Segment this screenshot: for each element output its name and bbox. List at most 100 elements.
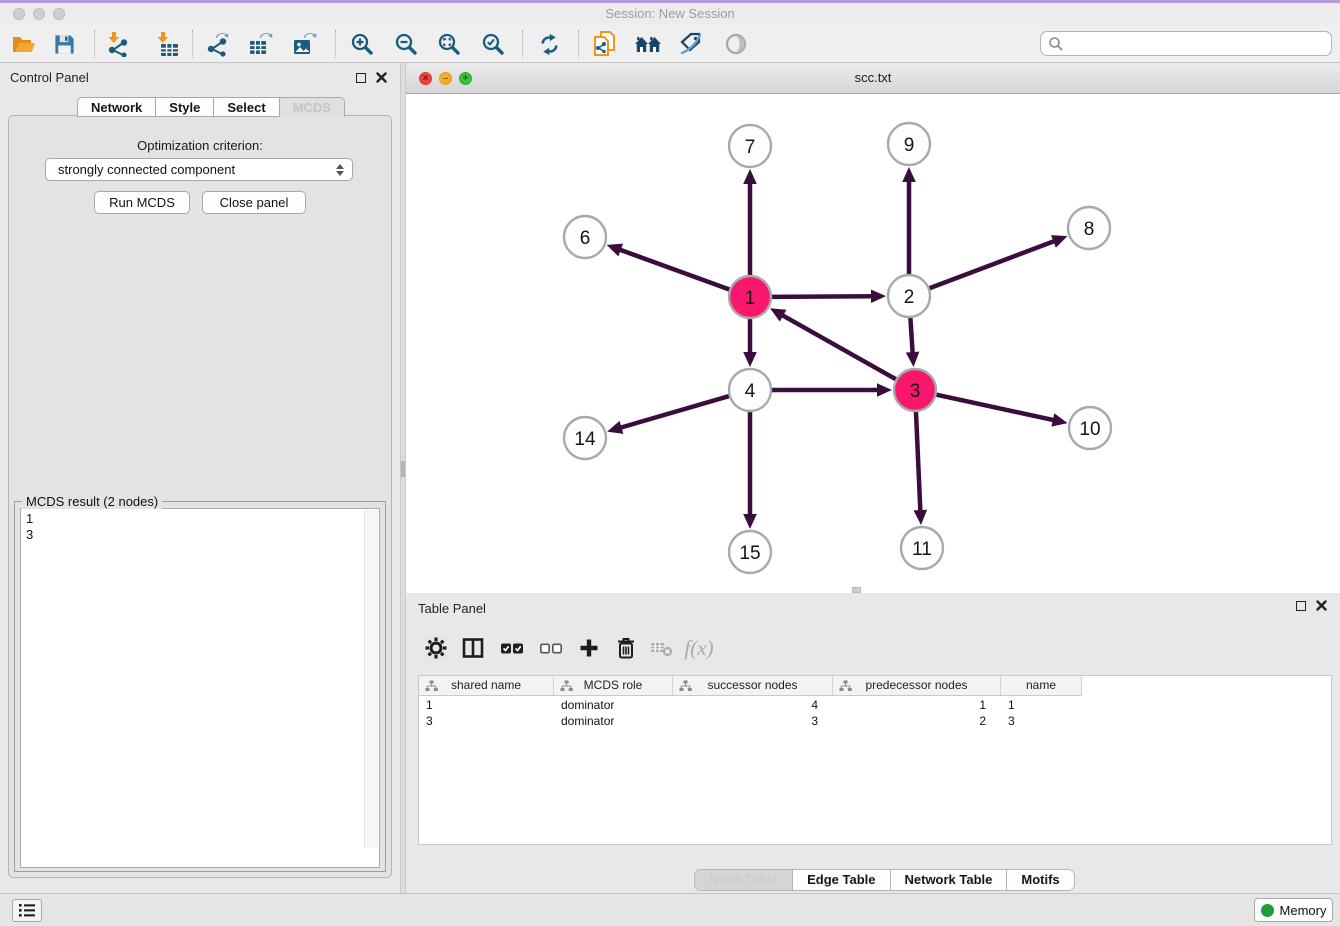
search-input[interactable] xyxy=(1068,33,1331,55)
export-image-button[interactable] xyxy=(288,28,322,60)
open-session-button[interactable] xyxy=(7,28,41,60)
memory-button[interactable]: Memory xyxy=(1254,898,1333,922)
table-row[interactable]: 3dominator323 xyxy=(419,713,1082,729)
main-toolbar xyxy=(0,25,1340,63)
graph-edge-2-3[interactable] xyxy=(910,315,913,355)
mcds-result-title: MCDS result (2 nodes) xyxy=(22,494,162,509)
graph-node-label: 3 xyxy=(910,381,921,402)
graph-node-label: 6 xyxy=(580,228,591,249)
graph-arrowhead xyxy=(607,421,623,434)
column-header-name[interactable]: name xyxy=(1001,676,1082,695)
column-header-shared-name[interactable]: shared name xyxy=(419,676,554,695)
tab-mcds[interactable]: MCDS xyxy=(279,97,345,117)
table-cell[interactable]: 3 xyxy=(419,713,554,729)
float-panel-icon[interactable] xyxy=(356,73,366,83)
export-table-button[interactable] xyxy=(244,28,278,60)
table-cell[interactable]: dominator xyxy=(554,713,673,729)
close-panel-icon[interactable] xyxy=(376,72,387,83)
graph-edge-1-2[interactable] xyxy=(769,296,874,297)
network-graph: 7968124314101511 xyxy=(406,94,1340,593)
task-history-button[interactable] xyxy=(12,899,42,922)
column-header-MCDS-role[interactable]: MCDS role xyxy=(554,676,673,695)
graph-edge-3-11[interactable] xyxy=(916,409,921,513)
graph-arrowhead xyxy=(743,514,757,529)
deselect-all-button[interactable] xyxy=(533,630,569,666)
run-mcds-button[interactable]: Run MCDS xyxy=(94,191,190,214)
tab-motifs[interactable]: Motifs xyxy=(1006,870,1073,890)
search-box[interactable] xyxy=(1040,31,1332,56)
table-row[interactable]: 1dominator411 xyxy=(419,697,1082,713)
export-network-button[interactable] xyxy=(201,28,235,60)
zoom-selected-button[interactable] xyxy=(476,28,510,60)
table-cell[interactable]: 1 xyxy=(419,697,554,713)
column-header-successor-nodes[interactable]: successor nodes xyxy=(673,676,833,695)
tab-edge-table[interactable]: Edge Table xyxy=(792,870,889,890)
deselect-all-icon xyxy=(538,636,564,660)
close-panel-icon[interactable] xyxy=(1316,600,1327,611)
table-settings-button[interactable] xyxy=(418,630,454,666)
table-panel-controls xyxy=(1296,600,1327,611)
result-scrollbar[interactable] xyxy=(364,510,378,848)
apply-layout-button[interactable] xyxy=(532,28,566,60)
select-all-button[interactable] xyxy=(494,630,530,666)
close-window-button[interactable] xyxy=(13,8,25,20)
table-cell[interactable]: 3 xyxy=(1001,713,1082,729)
label-toggle-button[interactable] xyxy=(674,28,708,60)
splitter-handle[interactable] xyxy=(401,461,405,477)
search-icon xyxy=(1048,36,1064,52)
table-cell[interactable]: 3 xyxy=(673,713,833,729)
network-close-button[interactable]: × xyxy=(419,72,432,85)
application-window: Session: New Session xyxy=(0,0,1340,926)
home-button[interactable] xyxy=(631,28,665,60)
import-network-button[interactable] xyxy=(100,28,134,60)
toolbar-separator xyxy=(578,30,579,58)
zoom-selected-icon xyxy=(480,31,506,57)
split-panel-button[interactable] xyxy=(455,630,491,666)
node-table: shared name MCDS role successor nodes xyxy=(418,675,1332,845)
graph-edge-2-8[interactable] xyxy=(927,240,1056,289)
table-cell[interactable]: 1 xyxy=(1001,697,1082,713)
graph-edge-1-6[interactable] xyxy=(618,249,732,291)
table-cell[interactable]: dominator xyxy=(554,697,673,713)
chevron-updown-icon xyxy=(336,164,344,176)
zoom-window-button[interactable] xyxy=(53,8,65,20)
graph-edge-3-1[interactable] xyxy=(780,314,898,380)
table-cell[interactable]: 1 xyxy=(833,697,1001,713)
save-session-button[interactable] xyxy=(47,28,81,60)
tab-style[interactable]: Style xyxy=(155,97,213,117)
graph-edge-4-14[interactable] xyxy=(619,395,732,428)
criterion-dropdown[interactable]: strongly connected component xyxy=(45,158,353,181)
toolbar-separator xyxy=(335,30,336,58)
float-panel-icon[interactable] xyxy=(1296,601,1306,611)
mcds-result-area[interactable]: 1 3 xyxy=(20,508,380,868)
create-column-button[interactable] xyxy=(571,630,607,666)
zoom-out-button[interactable] xyxy=(389,28,423,60)
graph-arrowhead xyxy=(906,352,920,367)
import-table-button[interactable] xyxy=(149,28,183,60)
graph-arrowhead xyxy=(1051,235,1067,248)
tab-network[interactable]: Network xyxy=(77,97,155,117)
zoom-fit-button[interactable] xyxy=(432,28,466,60)
status-bar: Memory xyxy=(0,893,1340,926)
graph-edge-3-10[interactable] xyxy=(934,394,1056,421)
trash-icon xyxy=(614,636,638,660)
minimize-window-button[interactable] xyxy=(33,8,45,20)
clone-network-button[interactable] xyxy=(587,28,621,60)
optimization-label: Optimization criterion: xyxy=(0,138,400,153)
network-minimize-button[interactable]: – xyxy=(439,72,452,85)
preview-button[interactable] xyxy=(719,28,753,60)
tab-network-table[interactable]: Network Table xyxy=(890,870,1007,890)
zoom-in-button[interactable] xyxy=(345,28,379,60)
column-header-predecessor-nodes[interactable]: predecessor nodes xyxy=(833,676,1001,695)
hierarchy-icon xyxy=(839,680,852,692)
table-cell[interactable]: 4 xyxy=(673,697,833,713)
close-panel-button[interactable]: Close panel xyxy=(202,191,306,214)
tab-node-table[interactable]: Node Table xyxy=(695,870,792,890)
tab-select[interactable]: Select xyxy=(213,97,278,117)
canvas-resize-handle[interactable] xyxy=(852,587,861,593)
delete-column-button[interactable] xyxy=(608,630,644,666)
table-cell[interactable]: 2 xyxy=(833,713,1001,729)
network-window-titlebar[interactable]: × – + scc.txt xyxy=(406,63,1340,94)
network-maximize-button[interactable]: + xyxy=(459,72,472,85)
network-canvas[interactable]: 7968124314101511 xyxy=(406,94,1340,593)
